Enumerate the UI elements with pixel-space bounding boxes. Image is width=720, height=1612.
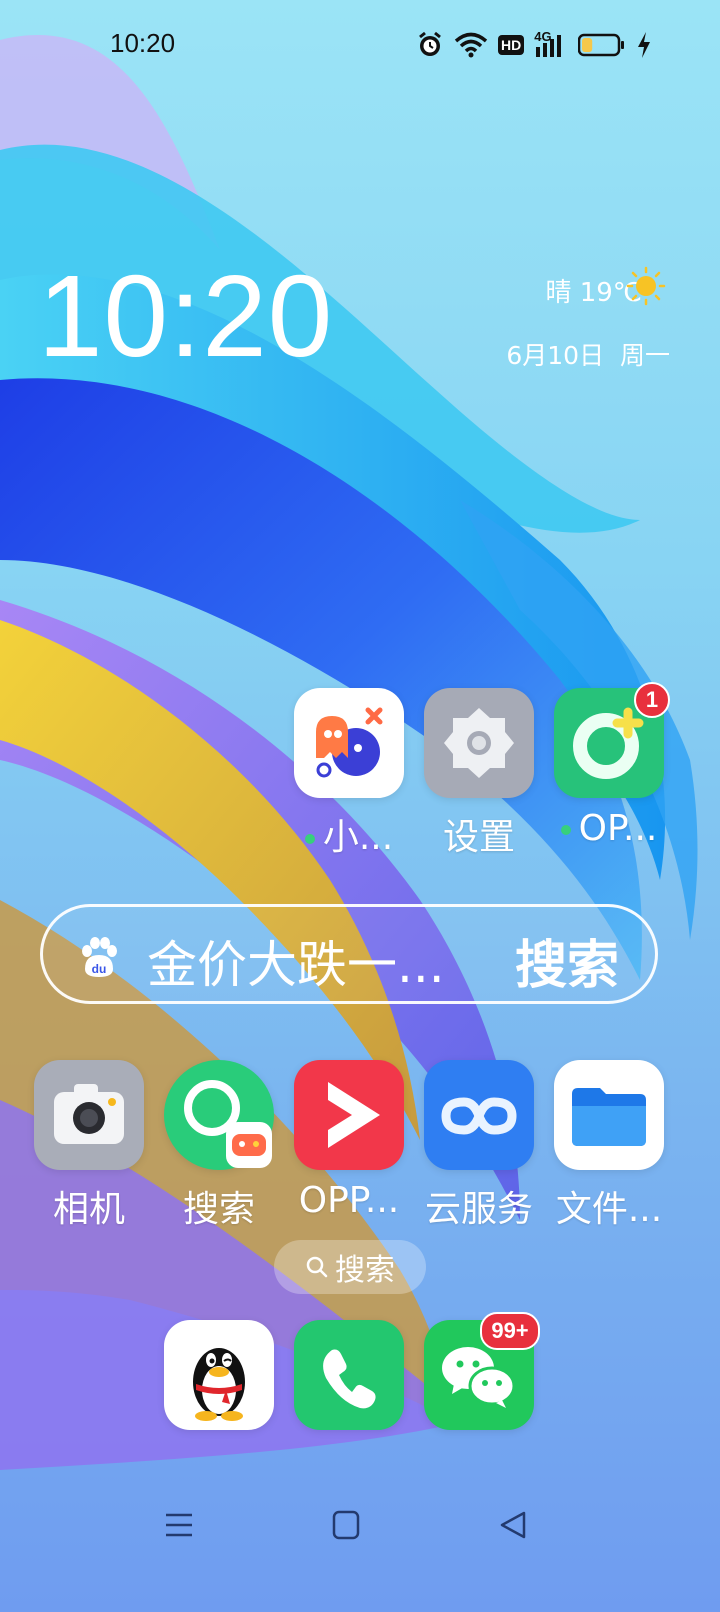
svg-text:du: du bbox=[92, 962, 107, 976]
cloud-infinity-icon bbox=[424, 1060, 534, 1170]
app-label: 相机 bbox=[52, 1189, 125, 1230]
notification-badge: 1 bbox=[634, 682, 670, 718]
folder-icon bbox=[554, 1060, 664, 1170]
menu-icon[interactable] bbox=[164, 1510, 194, 1540]
app-search[interactable]: 搜索 bbox=[154, 1060, 284, 1232]
phone-icon bbox=[294, 1320, 404, 1430]
cellular-signal-icon: 4G bbox=[534, 29, 568, 59]
notification-badge: 99+ bbox=[480, 1312, 540, 1350]
search-button[interactable]: 搜索 bbox=[515, 923, 619, 998]
ghost-game-icon bbox=[294, 688, 404, 798]
new-install-dot bbox=[560, 825, 571, 835]
home-icon[interactable] bbox=[332, 1510, 360, 1540]
app-label: OPP... bbox=[298, 1180, 400, 1221]
page-search-label: 搜索 bbox=[335, 1253, 395, 1288]
dock-qq[interactable] bbox=[154, 1320, 284, 1430]
date-text[interactable]: 6月10日 周一 bbox=[506, 336, 670, 372]
app-label: 设置 bbox=[442, 817, 515, 858]
oppo-health-icon: 1 bbox=[554, 682, 670, 798]
app-oppo-video[interactable]: OPP... bbox=[284, 1060, 414, 1221]
back-icon[interactable] bbox=[498, 1510, 528, 1540]
app-settings[interactable]: 设置 bbox=[414, 688, 544, 860]
page-search-pill[interactable]: 搜索 bbox=[274, 1240, 426, 1294]
video-play-icon bbox=[294, 1060, 404, 1170]
gear-icon bbox=[424, 688, 534, 798]
navigation-bar bbox=[0, 1470, 720, 1612]
app-label: 云服务 bbox=[424, 1189, 533, 1230]
battery-icon bbox=[578, 33, 625, 57]
dock-phone[interactable] bbox=[284, 1320, 414, 1430]
new-install-dot bbox=[304, 834, 315, 844]
app-label: 文件... bbox=[555, 1189, 663, 1230]
app-files[interactable]: 文件... bbox=[544, 1060, 674, 1232]
clock-widget-time[interactable]: 10:20 bbox=[38, 258, 333, 374]
charging-icon bbox=[638, 32, 651, 58]
app-label: OP... bbox=[544, 808, 674, 849]
wechat-icon: 99+ bbox=[424, 1312, 540, 1430]
app-label: 搜索 bbox=[182, 1189, 255, 1230]
alarm-icon bbox=[419, 31, 441, 56]
app-camera[interactable]: 相机 bbox=[24, 1060, 154, 1232]
baidu-paw-icon: du bbox=[82, 937, 117, 977]
baidu-search-widget[interactable]: du 金价大跌一... 搜索 bbox=[40, 904, 658, 1004]
hd-icon: HD bbox=[498, 35, 525, 55]
dock-wechat[interactable]: 99+ bbox=[414, 1312, 544, 1430]
wifi-icon bbox=[454, 32, 488, 58]
search-query-text[interactable]: 金价大跌一... bbox=[147, 925, 445, 997]
app-cloud-service[interactable]: 云服务 bbox=[414, 1060, 544, 1232]
status-bar: 10:20 HD 4G bbox=[0, 0, 720, 90]
status-time: 10:20 bbox=[110, 28, 176, 58]
app-label: 小... bbox=[284, 808, 414, 860]
app-oppo-health[interactable]: 1 OP... bbox=[544, 682, 674, 849]
search-games-icon bbox=[164, 1060, 274, 1170]
app-games[interactable]: 小... bbox=[284, 688, 414, 860]
sun-icon bbox=[626, 266, 666, 306]
search-icon bbox=[306, 1256, 328, 1278]
qq-penguin-icon bbox=[164, 1320, 274, 1430]
camera-icon bbox=[34, 1060, 144, 1170]
status-icons: HD 4G bbox=[416, 28, 652, 62]
